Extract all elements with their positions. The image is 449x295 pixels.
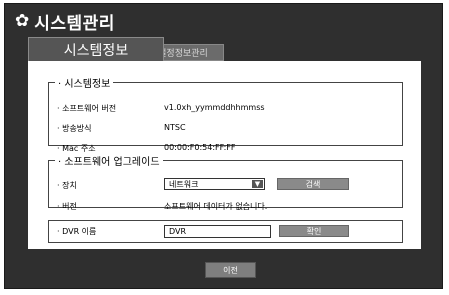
system-info-group: · 시스템정보 · 소프트웨어 버전 v1.0xh_yymmddhhmmss ·… — [48, 75, 403, 153]
software-upgrade-group: · 소프트웨어 업그레이드 · 장치 네트워크 ▼ 검색 · 버전 소프트웨어 … — [48, 153, 403, 211]
software-upgrade-legend: · 소프트웨어 업그레이드 — [58, 157, 160, 168]
version-label: · 버전 — [57, 202, 77, 211]
page-title: 시스템관리 — [34, 13, 115, 34]
version-value: 소프트웨어 데이터가 없습니다. — [164, 202, 268, 211]
broadcast-format-value: NTSC — [164, 123, 186, 132]
software-version-label: · 소프트웨어 버전 — [57, 104, 117, 113]
device-label: · 장치 — [57, 181, 77, 190]
tab-system-info[interactable]: 시스템정보 — [28, 37, 164, 61]
confirm-button[interactable]: 확인 — [279, 225, 349, 237]
software-version-value: v1.0xh_yymmddhhmmss — [164, 103, 265, 112]
system-info-panel: · 시스템정보 · 소프트웨어 버전 v1.0xh_yymmddhhmmss ·… — [28, 61, 421, 249]
dvr-name-field[interactable]: DVR — [164, 225, 271, 238]
mac-address-value: 00:00:F0:54:FF:FF — [164, 143, 236, 152]
device-select[interactable]: 네트워크 ▼ — [164, 178, 265, 190]
window-header: ✿ 시스템관리 — [15, 8, 115, 34]
broadcast-format-label: · 방송방식 — [57, 124, 92, 133]
device-select-value: 네트워크 — [169, 179, 199, 189]
search-button[interactable]: 검색 — [277, 178, 349, 190]
dvr-name-label: · DVR 이름 — [57, 227, 97, 236]
system-info-legend: · 시스템정보 — [58, 79, 111, 90]
gear-icon: ✿ — [15, 10, 30, 31]
prev-button[interactable]: 이전 — [205, 262, 256, 278]
chevron-down-icon[interactable]: ▼ — [252, 180, 263, 188]
dvr-name-group: · DVR 이름 DVR 확인 — [48, 220, 403, 243]
